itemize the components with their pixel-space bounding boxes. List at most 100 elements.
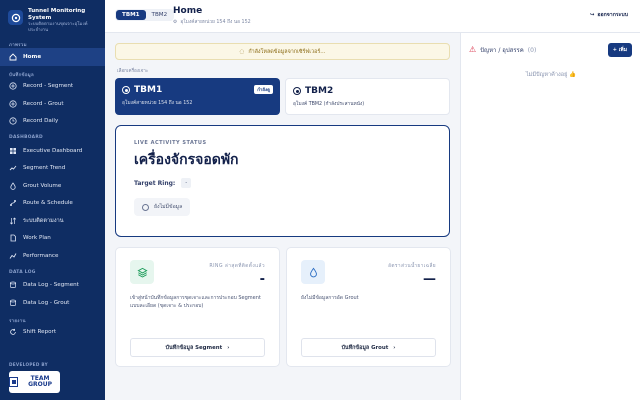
sidebar-item-record-grout[interactable]: Record - Grout [0, 95, 105, 113]
sidebar-item-performance[interactable]: Performance [0, 247, 105, 265]
sidebar-item-ring-progress[interactable]: ระบบติดตามงาน [0, 212, 105, 230]
chart-line-icon [9, 252, 17, 260]
sidebar-item-work-plan[interactable]: Work Plan [0, 230, 105, 248]
route-icon [9, 199, 17, 207]
sidebar-item-label: Record - Segment [23, 83, 74, 90]
trend-icon [9, 164, 17, 172]
issues-title: ⚠ ปัญหา / อุปสรรค (0) [469, 45, 536, 55]
issues-count: (0) [527, 46, 537, 54]
page-subtitle: ⚙ อุโมงค์สายหน่วย 154 ถึง นอ 152 [173, 18, 251, 26]
database-icon [9, 281, 17, 289]
machine-desc: อุโมงค์ TBM2 (กำลังประสานหนัง) [293, 102, 365, 107]
developed-by-label: DEVELOPED BY [9, 362, 48, 367]
live-activity-label: LIVE ACTIVITY STATUS [134, 140, 207, 146]
section-overview: ภาพรวม [9, 43, 27, 48]
target-ring-value: - [181, 178, 192, 188]
sidebar-item-executive-dashboard[interactable]: Executive Dashboard [0, 142, 105, 160]
sidebar-item-label: ระบบติดตามงาน [23, 217, 64, 224]
sidebar-item-label: Record Daily [23, 118, 59, 125]
clock-icon [142, 203, 149, 211]
tbm-switch-tbm2[interactable]: TBM2 [146, 10, 174, 20]
page-title: Home [173, 6, 203, 16]
brand-title: Tunnel Monitoring System [28, 8, 86, 21]
sort-icon [9, 217, 17, 225]
plus-circle-icon [9, 82, 17, 90]
team-group-mark-icon [9, 377, 19, 387]
machine-card-tbm1[interactable]: TBM1 อุโมงค์สายหน่วย 154 ถึง นอ 152 กำลั… [115, 78, 280, 115]
refresh-icon [9, 328, 17, 336]
sidebar-item-record-daily[interactable]: Record Daily [0, 113, 105, 131]
live-activity-card: LIVE ACTIVITY STATUS เครื่องจักรจอดพัก T… [115, 125, 450, 237]
loading-banner: ◌ กำลังโหลดข้อมูลจากเซิร์ฟเวอร์... [115, 43, 450, 60]
drop-icon [9, 182, 17, 190]
plus-circle-icon [9, 100, 17, 108]
home-icon [9, 53, 17, 61]
section-datalog: DATA LOG [9, 269, 36, 275]
sidebar-item-record-segment[interactable]: Record - Segment [0, 78, 105, 96]
chevron-right-icon: › [227, 344, 230, 351]
sidebar-item-grout-volume[interactable]: Grout Volume [0, 177, 105, 195]
target-ring: Target Ring: - [134, 178, 431, 188]
sidebar-item-label: Route & Schedule [23, 200, 73, 207]
machine-name: TBM2 [305, 86, 334, 96]
logout-button[interactable]: ↪ ออกจากระบบ [590, 11, 628, 19]
record-segment-button[interactable]: บันทึกข้อมูล Segment › [130, 338, 265, 357]
machine-status: เครื่องจักรจอดพัก [134, 152, 239, 168]
gear-icon: ⚙ [173, 19, 178, 25]
stat-desc: ยังไม่มีข้อมูลการอัด Grout [301, 295, 359, 301]
brand: Tunnel Monitoring System ระบบติดตามงานขุ… [0, 0, 105, 36]
machine-icon [122, 86, 130, 94]
sidebar-item-label: Grout Volume [23, 182, 62, 189]
section-reports: รายงาน [9, 318, 26, 324]
sidebar-item-shift-report[interactable]: Shift Report [0, 324, 105, 342]
machine-icon [293, 87, 301, 95]
clock-icon [9, 117, 17, 125]
database-icon [9, 299, 17, 307]
stat-value: — [423, 272, 436, 287]
loading-banner-text: กำลังโหลดข้อมูลจากเซิร์ฟเวอร์... [248, 48, 326, 55]
no-data-pill: ยังไม่มีข้อมูล [134, 198, 191, 216]
add-issue-button[interactable]: + เพิ่ม [607, 43, 632, 57]
team-group-logo: TEAM GROUP [9, 371, 60, 393]
spinner-icon: ◌ [239, 48, 245, 55]
sidebar-item-segment-trend[interactable]: Segment Trend [0, 160, 105, 178]
sidebar-item-datalog-grout[interactable]: Data Log - Grout [0, 294, 105, 312]
sidebar: Tunnel Monitoring System ระบบติดตามงานขุ… [0, 0, 105, 400]
issues-empty-text: ไม่มีปัญหาค้างอยู่ 👍 [525, 72, 577, 78]
stat-value: - [259, 272, 265, 287]
sidebar-item-route-schedule[interactable]: Route & Schedule [0, 195, 105, 213]
machine-card-tbm2[interactable]: TBM2 อุโมงค์ TBM2 (กำลังประสานหนัง) [285, 78, 450, 115]
sidebar-item-label: Data Log - Grout [23, 299, 70, 306]
chevron-right-icon: › [393, 344, 396, 351]
sidebar-item-label: Data Log - Segment [23, 282, 79, 289]
machine-select-label: เลือกเครื่องเจาะ [117, 69, 149, 74]
sidebar-item-label: Segment Trend [23, 165, 66, 172]
stat-label: อัตราส่วนน้ำยาเฉลี่ย [388, 264, 436, 269]
sidebar-item-home[interactable]: Home [0, 48, 105, 66]
button-label: บันทึกข้อมูล Grout [341, 344, 389, 351]
sidebar-item-label: Record - Grout [23, 100, 64, 107]
stat-label: RING ล่าสุดที่ติดตั้งแล้ว [209, 264, 265, 269]
sidebar-item-label: Home [23, 53, 42, 60]
top-header: TBM1 TBM2 Home ⚙ อุโมงค์สายหน่วย 154 ถึง… [105, 0, 640, 33]
logout-label: ออกจากระบบ [597, 12, 628, 18]
page-subtitle-text: อุโมงค์สายหน่วย 154 ถึง นอ 152 [180, 20, 251, 25]
sidebar-item-label: Performance [23, 252, 59, 259]
no-data-text: ยังไม่มีข้อมูล [154, 204, 183, 210]
issues-title-text: ปัญหา / อุปสรรค [480, 47, 524, 54]
button-label: บันทึกข้อมูล Segment [165, 344, 223, 351]
drop-icon [301, 260, 325, 284]
logout-icon: ↪ [590, 12, 595, 18]
sidebar-item-label: Shift Report [23, 329, 57, 336]
section-record: บันทึกข้อมูล [9, 72, 34, 78]
tbm-switch-tbm1[interactable]: TBM1 [116, 10, 146, 20]
machine-name: TBM1 [134, 85, 163, 95]
record-grout-button[interactable]: บันทึกข้อมูล Grout › [301, 338, 436, 357]
grout-ratio-card: อัตราส่วนน้ำยาเฉลี่ย — ยังไม่มีข้อมูลการ… [286, 247, 451, 367]
brand-subtitle: ระบบติดตามงานขุดเจาะอุโมงค์ ประจำงาน [28, 22, 88, 33]
sidebar-item-label: Work Plan [23, 235, 51, 242]
stat-desc: เข้าสู่หน้าบันทึกข้อมูลการขุดเจาะและการป… [130, 295, 261, 309]
sidebar-item-datalog-segment[interactable]: Data Log - Segment [0, 277, 105, 295]
current-badge: กำลังดู [254, 85, 273, 94]
dashboard-icon [9, 147, 17, 155]
